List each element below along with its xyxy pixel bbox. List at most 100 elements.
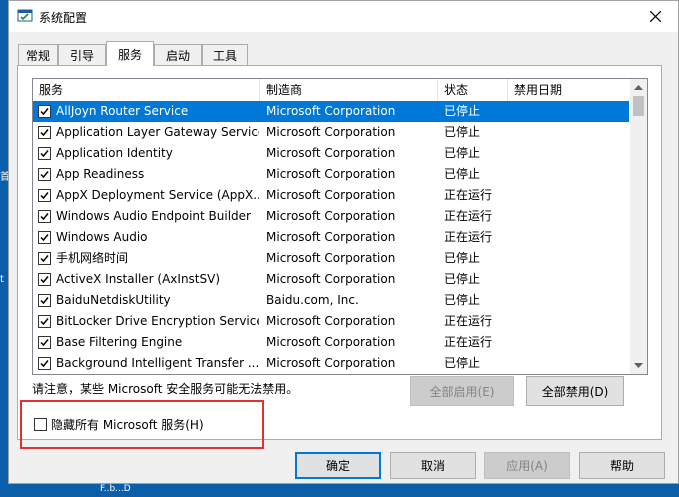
service-name: App Readiness — [56, 167, 145, 181]
checkmark-icon — [40, 192, 49, 200]
service-status: 已停止 — [444, 272, 481, 286]
hide-ms-highlight-box: 隐藏所有 Microsoft 服务(H) — [20, 400, 264, 449]
vertical-scrollbar[interactable] — [630, 79, 647, 374]
help-button[interactable]: 帮助 — [579, 452, 665, 479]
tab-boot[interactable]: 引导 — [58, 44, 106, 65]
window-title: 系统配置 — [39, 11, 88, 25]
service-status: 正在运行 — [444, 335, 493, 349]
checkmark-icon — [40, 171, 49, 179]
table-row[interactable]: App Readiness Microsoft Corporation 已停止 — [33, 164, 629, 185]
service-manufacturer: Microsoft Corporation — [266, 104, 396, 118]
service-disable-date — [514, 185, 624, 206]
table-row[interactable]: Base Filtering Engine Microsoft Corporati… — [33, 332, 629, 353]
apply-button[interactable]: 应用(A) — [484, 452, 570, 479]
service-status: 正在运行 — [444, 209, 493, 223]
desktop-left-strip: 首 t — [0, 0, 10, 497]
service-checkbox[interactable] — [38, 315, 51, 328]
service-manufacturer: Baidu.com, Inc. — [266, 293, 359, 307]
service-name: AppX Deployment Service (AppX... — [56, 188, 259, 202]
table-row[interactable]: AppX Deployment Service (AppX... Microsof… — [33, 185, 629, 206]
header-service[interactable]: 服务 — [33, 79, 260, 101]
service-manufacturer: Microsoft Corporation — [266, 230, 396, 244]
tab-tools[interactable]: 工具 — [202, 44, 248, 65]
service-disable-date — [514, 101, 624, 122]
service-name: Application Layer Gateway Service — [56, 125, 259, 139]
service-disable-date — [514, 290, 624, 311]
tab-services[interactable]: 服务 — [106, 41, 154, 66]
desktop-glyph: t — [0, 274, 4, 285]
desktop-bottom-text: F..b...D — [100, 484, 131, 494]
service-checkbox[interactable] — [38, 294, 51, 307]
service-checkbox[interactable] — [38, 147, 51, 160]
service-name: BaiduNetdiskUtility — [56, 293, 171, 307]
service-manufacturer: Microsoft Corporation — [266, 209, 396, 223]
service-disable-date — [514, 332, 624, 353]
service-disable-date — [514, 248, 624, 269]
service-name: Windows Audio — [56, 230, 148, 244]
services-list[interactable]: 服务 制造商 状态 禁用日期 AllJoyn Router Service Mic… — [32, 78, 648, 375]
service-manufacturer: Microsoft Corporation — [266, 314, 396, 328]
hide-ms-label[interactable]: 隐藏所有 Microsoft 服务(H) — [51, 416, 204, 433]
service-checkbox[interactable] — [38, 336, 51, 349]
header-manufacturer[interactable]: 制造商 — [260, 79, 438, 101]
header-status[interactable]: 状态 — [438, 79, 508, 101]
ok-button[interactable]: 确定 — [295, 452, 381, 479]
cancel-button[interactable]: 取消 — [390, 452, 476, 479]
service-status: 正在运行 — [444, 188, 493, 202]
service-manufacturer: Microsoft Corporation — [266, 335, 396, 349]
service-name: AllJoyn Router Service — [56, 104, 189, 118]
close-button[interactable] — [632, 1, 678, 32]
service-disable-date — [514, 311, 624, 332]
title-bar[interactable]: 系统配置 — [9, 1, 678, 32]
checkmark-icon — [40, 213, 49, 221]
tab-startup[interactable]: 启动 — [154, 44, 202, 65]
table-row[interactable]: ActiveX Installer (AxInstSV) Microsoft Co… — [33, 269, 629, 290]
service-manufacturer: Microsoft Corporation — [266, 188, 396, 202]
table-row[interactable]: 手机网络时间 Microsoft Corporation 已停止 — [33, 248, 629, 269]
table-row[interactable]: BitLocker Drive Encryption Service Micros… — [33, 311, 629, 332]
header-disable-date[interactable]: 禁用日期 — [508, 79, 629, 101]
service-disable-date — [514, 227, 624, 248]
checkmark-icon — [40, 318, 49, 326]
disable-all-button[interactable]: 全部禁用(D) — [526, 376, 624, 406]
service-status: 已停止 — [444, 356, 481, 370]
service-name: 手机网络时间 — [56, 251, 129, 265]
hide-ms-checkbox[interactable] — [34, 418, 47, 431]
scrollbar-thumb[interactable] — [633, 96, 644, 116]
service-checkbox[interactable] — [38, 273, 51, 286]
service-manufacturer: Microsoft Corporation — [266, 167, 396, 181]
table-row[interactable]: Windows Audio Endpoint Builder Microsoft … — [33, 206, 629, 227]
table-row[interactable]: Windows Audio Microsoft Corporation 正在运行 — [33, 227, 629, 248]
service-status: 已停止 — [444, 125, 481, 139]
security-note: 请注意，某些 Microsoft 安全服务可能无法禁用。 — [32, 382, 299, 396]
checkmark-icon — [40, 234, 49, 242]
service-disable-date — [514, 353, 624, 374]
table-row[interactable]: Background Intelligent Transfer ... Micro… — [33, 353, 629, 374]
service-manufacturer: Microsoft Corporation — [266, 146, 396, 160]
service-status: 正在运行 — [444, 230, 493, 244]
service-checkbox[interactable] — [38, 105, 51, 118]
checkmark-icon — [40, 339, 49, 347]
service-checkbox[interactable] — [38, 231, 51, 244]
table-row[interactable]: Application Layer Gateway Service Microso… — [33, 122, 629, 143]
service-disable-date — [514, 206, 624, 227]
table-row[interactable]: Application Identity Microsoft Corporatio… — [33, 143, 629, 164]
table-row[interactable]: BaiduNetdiskUtility Baidu.com, Inc. 已停止 — [33, 290, 629, 311]
service-checkbox[interactable] — [38, 252, 51, 265]
service-checkbox[interactable] — [38, 210, 51, 223]
tab-general[interactable]: 常规 — [18, 44, 58, 65]
service-status: 已停止 — [444, 251, 481, 265]
checkmark-icon — [40, 360, 49, 368]
checkmark-icon — [40, 108, 49, 116]
service-checkbox[interactable] — [38, 168, 51, 181]
scroll-up-arrow-icon[interactable] — [630, 79, 647, 96]
msconfig-window: 系统配置 常规 引导 服务 启动 工具 服务 制造商 状态 禁用日期 AllJo… — [8, 0, 679, 484]
service-checkbox[interactable] — [38, 357, 51, 370]
scroll-down-arrow-icon[interactable] — [630, 357, 647, 374]
close-icon — [649, 11, 661, 22]
table-row[interactable]: AllJoyn Router Service Microsoft Corporat… — [33, 101, 629, 122]
service-name: Windows Audio Endpoint Builder — [56, 209, 251, 223]
enable-all-button[interactable]: 全部启用(E) — [410, 376, 514, 406]
service-checkbox[interactable] — [38, 126, 51, 139]
service-checkbox[interactable] — [38, 189, 51, 202]
